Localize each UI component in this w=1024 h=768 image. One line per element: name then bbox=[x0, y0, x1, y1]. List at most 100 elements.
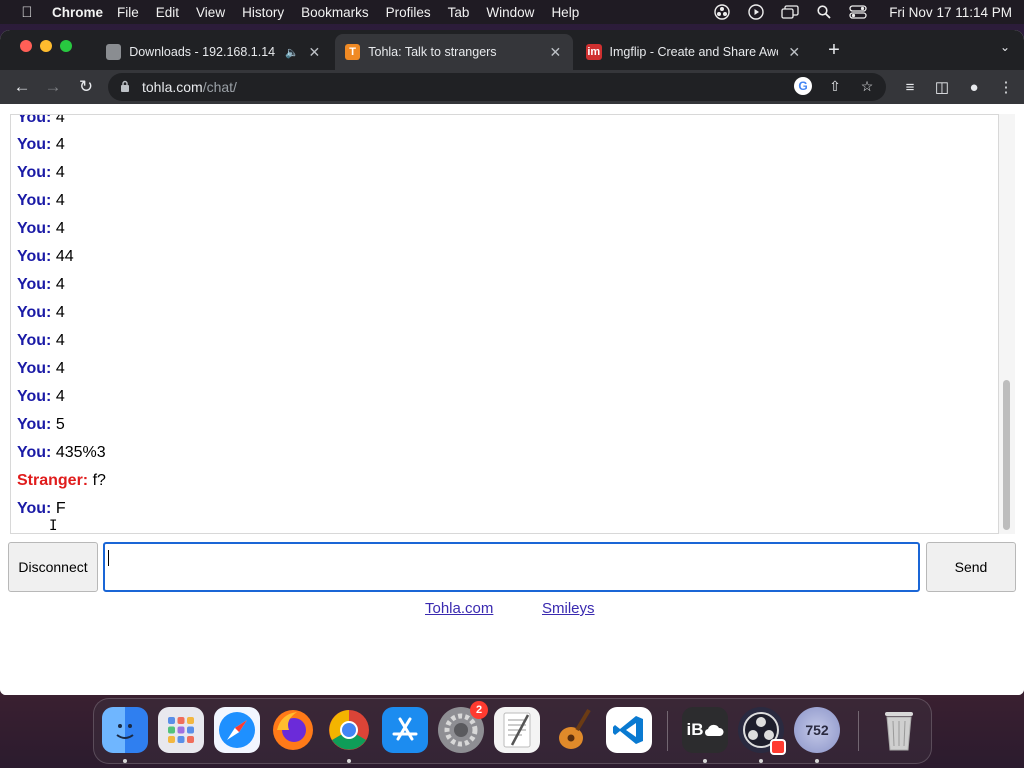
menu-view[interactable]: View bbox=[196, 5, 225, 20]
new-tab-icon[interactable]: + bbox=[822, 38, 846, 62]
tab-imgflip[interactable]: im Imgflip - Create and Share Awe ✕ bbox=[576, 34, 812, 70]
speaker-icon[interactable]: 🔈 bbox=[285, 46, 299, 59]
message-text: 4 bbox=[55, 332, 65, 349]
tab-tohla[interactable]: T Tohla: Talk to strangers ✕ bbox=[335, 34, 573, 70]
message-text: 4 bbox=[55, 164, 65, 181]
garageband-icon[interactable] bbox=[550, 707, 596, 753]
chat-message: You: 4 bbox=[17, 276, 65, 294]
back-arrow-icon[interactable]: ← bbox=[11, 76, 33, 98]
chat-message: You: 44 bbox=[17, 248, 74, 266]
chat-message: You: 4 bbox=[17, 360, 65, 378]
sender-label: You: bbox=[17, 444, 52, 461]
tohla-chat-page: You: 4 You: 4 You: 4 You: 4 You: 4 You: … bbox=[0, 104, 1024, 695]
icloud-icon[interactable]: iB bbox=[682, 707, 728, 753]
message-text: 435%3 bbox=[55, 444, 106, 461]
chrome-icon[interactable] bbox=[326, 707, 372, 753]
chat-message: You: 4 bbox=[17, 388, 65, 406]
browser-window: Downloads - 192.168.1.14 🔈 ✕ T Tohla: Ta… bbox=[0, 30, 1024, 695]
counter-app-icon[interactable]: 752 bbox=[794, 707, 840, 753]
app-menu-chrome[interactable]: Chrome bbox=[52, 5, 103, 20]
message-text: 4 bbox=[55, 360, 65, 377]
minimize-window-button[interactable] bbox=[40, 40, 52, 52]
apple-menu-icon[interactable]:  bbox=[10, 4, 44, 21]
tab-search-chevron-icon[interactable]: ⌄ bbox=[1000, 40, 1010, 54]
side-panel-icon[interactable]: ◫ bbox=[932, 76, 952, 98]
send-button[interactable]: Send bbox=[926, 542, 1016, 592]
dock-separator bbox=[858, 711, 859, 751]
menu-edit[interactable]: Edit bbox=[156, 5, 179, 20]
scrollbar-thumb[interactable] bbox=[1003, 380, 1010, 530]
menu-file[interactable]: File bbox=[117, 5, 139, 20]
sender-label: You: bbox=[17, 416, 52, 433]
chat-message: You: 4 bbox=[17, 220, 65, 238]
close-tab-icon[interactable]: ✕ bbox=[307, 44, 322, 61]
close-tab-icon[interactable]: ✕ bbox=[548, 44, 563, 61]
chat-message: You: 4 bbox=[17, 136, 65, 154]
launchpad-icon[interactable] bbox=[158, 707, 204, 753]
smileys-link[interactable]: Smileys bbox=[542, 600, 595, 617]
message-text: 4 bbox=[55, 388, 65, 405]
tohla-icon: T bbox=[345, 44, 361, 60]
chat-log[interactable]: You: 4 You: 4 You: 4 You: 4 You: 4 You: … bbox=[10, 114, 999, 534]
screen-mirroring-icon[interactable] bbox=[781, 4, 799, 20]
counter-value: 752 bbox=[805, 722, 829, 738]
tab-downloads[interactable]: Downloads - 192.168.1.14 🔈 ✕ bbox=[96, 34, 332, 70]
bookmark-star-icon[interactable]: ☆ bbox=[858, 77, 876, 95]
vscode-icon[interactable] bbox=[606, 707, 652, 753]
close-tab-icon[interactable]: ✕ bbox=[786, 44, 802, 61]
message-input[interactable] bbox=[103, 542, 920, 592]
google-lens-icon[interactable]: G bbox=[794, 77, 812, 95]
textedit-icon[interactable] bbox=[494, 707, 540, 753]
sender-label: You: bbox=[17, 304, 52, 321]
running-indicator bbox=[703, 759, 707, 763]
sender-label: You: bbox=[17, 220, 52, 237]
forward-arrow-icon[interactable]: → bbox=[42, 76, 64, 98]
share-icon[interactable]: ⇧ bbox=[826, 77, 844, 95]
icloud-app-text: iB bbox=[686, 720, 704, 739]
dock: 2 iB 752 bbox=[93, 698, 932, 764]
obs-icon[interactable] bbox=[738, 707, 786, 755]
lock-icon[interactable] bbox=[120, 80, 134, 95]
input-caret bbox=[108, 550, 109, 566]
running-indicator bbox=[759, 759, 763, 763]
menu-tab[interactable]: Tab bbox=[448, 5, 470, 20]
control-center-icon[interactable] bbox=[849, 4, 867, 20]
finder-icon[interactable] bbox=[102, 707, 148, 753]
tab-title: Imgflip - Create and Share Awe bbox=[609, 45, 779, 59]
obs-status-icon[interactable] bbox=[713, 4, 731, 20]
firefox-icon[interactable] bbox=[270, 707, 316, 753]
media-control-icon[interactable]: ≡ bbox=[900, 76, 920, 98]
chat-message: You: 4 bbox=[17, 304, 65, 322]
play-status-icon[interactable] bbox=[747, 4, 765, 20]
message-text: f? bbox=[92, 472, 106, 489]
menu-help[interactable]: Help bbox=[551, 5, 579, 20]
menu-profiles[interactable]: Profiles bbox=[386, 5, 431, 20]
sender-label: You: bbox=[17, 500, 52, 517]
spotlight-search-icon[interactable] bbox=[815, 4, 833, 20]
menu-bar-clock[interactable]: Fri Nov 17 11:14 PM bbox=[889, 5, 1012, 20]
url-text: tohla.com/chat/ bbox=[142, 79, 237, 95]
more-menu-icon[interactable]: ⋮ bbox=[996, 76, 1016, 98]
fullscreen-window-button[interactable] bbox=[60, 40, 72, 52]
menu-window[interactable]: Window bbox=[486, 5, 534, 20]
tohla-home-link[interactable]: Tohla.com bbox=[425, 600, 493, 617]
menu-history[interactable]: History bbox=[242, 5, 284, 20]
app-store-icon[interactable] bbox=[382, 707, 428, 753]
sender-label: You: bbox=[17, 332, 52, 349]
recording-indicator-icon bbox=[770, 739, 786, 755]
address-bar[interactable]: tohla.com/chat/ G ⇧ ☆ bbox=[108, 73, 886, 101]
reload-icon[interactable]: ↻ bbox=[75, 76, 97, 98]
message-text: 44 bbox=[55, 248, 74, 265]
close-window-button[interactable] bbox=[20, 40, 32, 52]
tab-title: Tohla: Talk to strangers bbox=[368, 45, 497, 59]
chat-scrollbar[interactable] bbox=[999, 114, 1015, 534]
menu-bookmarks[interactable]: Bookmarks bbox=[301, 5, 369, 20]
sender-label: You: bbox=[17, 388, 52, 405]
sender-label: You: bbox=[17, 114, 52, 126]
disconnect-button[interactable]: Disconnect bbox=[8, 542, 98, 592]
profile-avatar-icon[interactable]: ● bbox=[964, 76, 984, 98]
trash-icon[interactable] bbox=[876, 707, 922, 753]
system-settings-icon[interactable]: 2 bbox=[438, 701, 488, 753]
message-text: 5 bbox=[55, 416, 65, 433]
safari-icon[interactable] bbox=[214, 707, 260, 753]
